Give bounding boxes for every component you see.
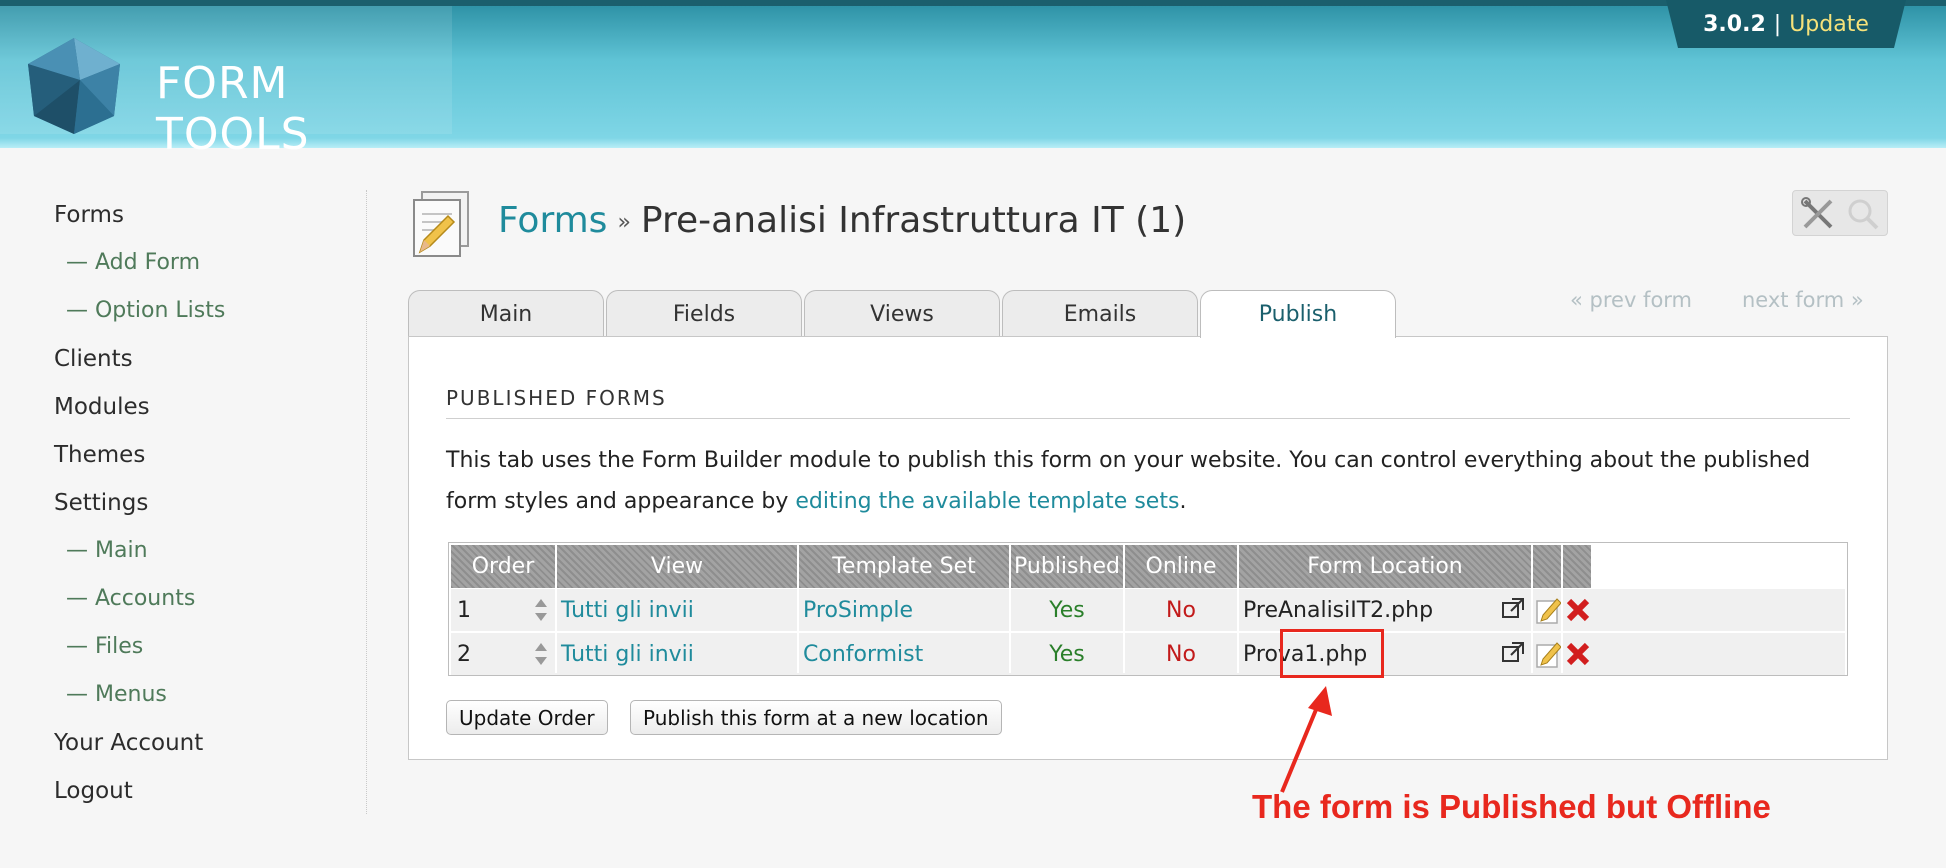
description-end: . bbox=[1179, 489, 1187, 514]
column-divider bbox=[1237, 545, 1239, 673]
logo-text: FORM TOOLS bbox=[156, 58, 310, 160]
breadcrumb-separator: » bbox=[617, 210, 631, 235]
column-header-order: Order bbox=[451, 545, 555, 588]
update-link[interactable]: Update bbox=[1789, 12, 1869, 37]
sidebar-item-themes[interactable]: Themes bbox=[54, 442, 145, 468]
external-link-icon[interactable] bbox=[1501, 597, 1525, 619]
table-row: 1 Tutti gli invii ProSimple Yes No PreAn… bbox=[451, 589, 1845, 631]
sidebar-item-files[interactable]: — Files bbox=[66, 634, 143, 659]
delete-icon[interactable] bbox=[1565, 641, 1591, 667]
annotation-text: The form is Published but Offline bbox=[1252, 788, 1771, 825]
column-divider bbox=[1531, 545, 1533, 673]
sidebar-divider bbox=[366, 190, 367, 814]
table-row: 2 Tutti gli invii Conformist Yes No Prov… bbox=[451, 633, 1845, 675]
sidebar-item-settings[interactable]: Settings bbox=[54, 490, 148, 516]
tools-box bbox=[1792, 190, 1888, 236]
row-published-status: Yes bbox=[1049, 641, 1085, 667]
sidebar-item-clients[interactable]: Clients bbox=[54, 346, 133, 372]
search-icon[interactable] bbox=[1845, 197, 1881, 231]
column-header-online: Online bbox=[1125, 545, 1237, 588]
row-form-location: PreAnalisiIT2.php bbox=[1243, 597, 1434, 623]
page-title: Forms » Pre-analisi Infrastruttura IT (1) bbox=[498, 200, 1186, 241]
column-divider bbox=[1123, 545, 1125, 673]
logo[interactable]: FORM TOOLS bbox=[0, 6, 452, 160]
edit-icon[interactable] bbox=[1535, 639, 1563, 669]
row-view-link[interactable]: Tutti gli invii bbox=[561, 633, 797, 675]
column-divider bbox=[1009, 545, 1011, 673]
sidebar-item-logout[interactable]: Logout bbox=[54, 778, 133, 804]
row-published-status: Yes bbox=[1049, 597, 1085, 623]
column-header-template-set: Template Set bbox=[799, 545, 1009, 588]
column-header-delete bbox=[1563, 545, 1591, 588]
column-header-edit bbox=[1533, 545, 1561, 588]
publish-new-location-button[interactable]: Publish this form at a new location bbox=[630, 700, 1002, 735]
annotation-highlight-box bbox=[1280, 629, 1384, 678]
column-header-form-location: Form Location bbox=[1239, 545, 1531, 588]
logo-gem-icon bbox=[28, 38, 120, 134]
row-online-status: No bbox=[1166, 641, 1196, 667]
sidebar-item-modules[interactable]: Modules bbox=[54, 394, 150, 420]
form-title: Pre-analisi Infrastruttura IT (1) bbox=[640, 200, 1187, 241]
sidebar-item-your-account[interactable]: Your Account bbox=[54, 730, 203, 756]
tools-icon[interactable] bbox=[1799, 197, 1837, 231]
sidebar-item-settings-main[interactable]: — Main bbox=[66, 538, 148, 563]
section-title: PUBLISHED FORMS bbox=[446, 386, 667, 410]
breadcrumb-forms[interactable]: Forms bbox=[498, 200, 607, 241]
column-divider bbox=[797, 545, 799, 673]
prev-form-link[interactable]: « prev form bbox=[1570, 288, 1692, 312]
column-divider bbox=[1561, 545, 1563, 673]
external-link-icon[interactable] bbox=[1501, 641, 1525, 663]
tab-emails[interactable]: Emails bbox=[1002, 290, 1198, 337]
sort-handle-icon[interactable] bbox=[533, 641, 549, 667]
row-order: 1 bbox=[457, 597, 471, 623]
sidebar-item-forms[interactable]: Forms bbox=[54, 202, 124, 228]
row-template-set-link[interactable]: ProSimple bbox=[803, 589, 1009, 631]
tab-views[interactable]: Views bbox=[804, 290, 1000, 337]
section-divider bbox=[446, 418, 1850, 419]
version-label: 3.0.2 bbox=[1703, 11, 1766, 37]
template-sets-link[interactable]: editing the available template sets bbox=[795, 489, 1179, 514]
annotation-arrow-icon bbox=[1280, 686, 1332, 793]
sidebar-item-accounts[interactable]: — Accounts bbox=[66, 586, 195, 611]
delete-icon[interactable] bbox=[1565, 597, 1591, 623]
row-online-status: No bbox=[1166, 597, 1196, 623]
row-template-set-link[interactable]: Conformist bbox=[803, 633, 1009, 675]
next-form-link[interactable]: next form » bbox=[1742, 288, 1864, 312]
column-header-published: Published bbox=[1011, 545, 1123, 588]
sidebar-item-add-form[interactable]: — Add Form bbox=[66, 250, 200, 275]
update-order-button[interactable]: Update Order bbox=[446, 700, 608, 735]
row-order: 2 bbox=[457, 641, 471, 667]
sort-handle-icon[interactable] bbox=[533, 597, 549, 623]
tab-main[interactable]: Main bbox=[408, 290, 604, 337]
forms-page-icon bbox=[413, 191, 469, 257]
tab-publish[interactable]: Publish bbox=[1200, 290, 1396, 338]
tab-fields[interactable]: Fields bbox=[606, 290, 802, 337]
app-header: FORM TOOLS 3.0.2 | Update bbox=[0, 0, 1946, 160]
section-description: This tab uses the Form Builder module to… bbox=[446, 440, 1866, 522]
version-separator: | bbox=[1773, 11, 1782, 37]
sidebar-item-option-lists[interactable]: — Option Lists bbox=[66, 298, 225, 323]
column-divider bbox=[555, 545, 557, 673]
published-forms-table: Order View Template Set Published Online… bbox=[448, 542, 1848, 676]
sidebar-item-menus[interactable]: — Menus bbox=[66, 682, 167, 707]
edit-icon[interactable] bbox=[1535, 595, 1563, 625]
column-header-view: View bbox=[557, 545, 797, 588]
version-tab: 3.0.2 | Update bbox=[1666, 0, 1906, 48]
row-view-link[interactable]: Tutti gli invii bbox=[561, 589, 797, 631]
